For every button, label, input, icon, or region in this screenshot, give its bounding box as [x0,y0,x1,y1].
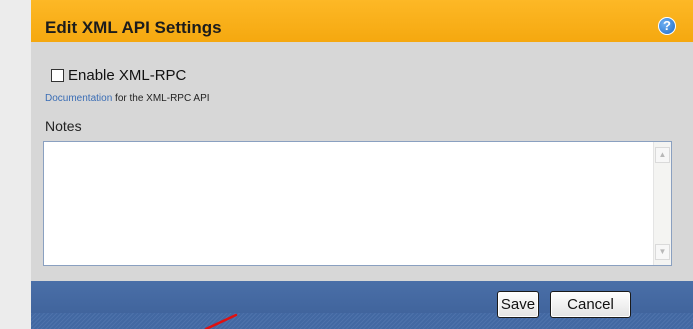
documentation-link[interactable]: Documentation [45,93,112,104]
notes-scrollbar[interactable]: ▲ ▼ [653,142,671,265]
help-icon[interactable]: ? [658,17,676,35]
enable-xml-rpc-label[interactable]: Enable XML-RPC [68,67,186,84]
xml-api-settings-dialog: Edit XML API Settings ? Enable XML-RPC D… [31,0,693,329]
enable-xml-rpc-row: Enable XML-RPC [51,65,186,85]
documentation-line: Documentation for the XML-RPC API [45,93,210,104]
scroll-down-arrow-icon[interactable]: ▼ [655,244,670,260]
dialog-title: Edit XML API Settings [45,18,222,37]
dialog-body: Enable XML-RPC Documentation for the XML… [31,42,693,281]
dialog-footer: Save Cancel [31,281,693,329]
scroll-up-arrow-icon[interactable]: ▲ [655,147,670,163]
notes-label: Notes [45,118,82,134]
dialog-header: Edit XML API Settings ? [31,0,693,42]
save-button[interactable]: Save [497,291,539,318]
cancel-button[interactable]: Cancel [550,291,631,318]
enable-xml-rpc-checkbox[interactable] [51,68,64,82]
notes-field-container: ▲ ▼ [43,141,672,266]
documentation-suffix: for the XML-RPC API [112,93,210,104]
notes-textarea[interactable] [44,142,652,265]
background-strip [0,0,31,329]
